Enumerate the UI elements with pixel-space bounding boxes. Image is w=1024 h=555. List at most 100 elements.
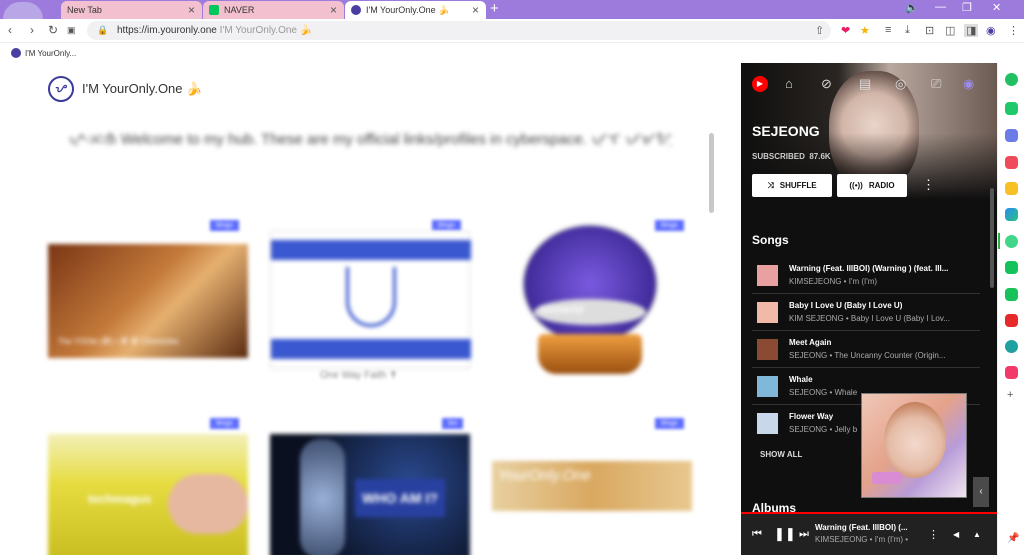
edge-icon[interactable] bbox=[1005, 208, 1018, 221]
close-icon[interactable]: × bbox=[188, 3, 195, 17]
card-one-way-faith[interactable] bbox=[270, 231, 471, 369]
star-icon[interactable]: ★ bbox=[860, 24, 870, 37]
tab-naver[interactable]: NAVER × bbox=[203, 1, 344, 19]
netflix-icon[interactable] bbox=[1005, 314, 1018, 327]
song-row[interactable]: Meet Again SEJEONG • The Uncanny Counter… bbox=[752, 331, 980, 368]
discord-icon[interactable] bbox=[1005, 129, 1018, 142]
download-icon[interactable]: ⤓ bbox=[905, 24, 910, 37]
menorah-icon bbox=[346, 267, 396, 327]
subscribe-status[interactable]: SUBSCRIBED 87.6K bbox=[752, 152, 831, 161]
music-icon[interactable] bbox=[1005, 366, 1018, 379]
close-icon[interactable]: × bbox=[330, 3, 337, 17]
collapse-left-icon[interactable]: ◀ bbox=[953, 530, 959, 539]
song-row[interactable]: Baby I Love U (Baby I Love U) KIM SEJEON… bbox=[752, 294, 980, 331]
pocket-icon[interactable] bbox=[1005, 156, 1018, 169]
radio-label: RADIO bbox=[868, 181, 895, 190]
youtube-music-icon[interactable]: ▶ bbox=[752, 76, 768, 92]
song-subtitle: SEJEONG • The Uncanny Counter (Origin... bbox=[789, 351, 946, 360]
split-view-icon[interactable]: ◫ bbox=[945, 24, 955, 37]
miniplayer-artwork[interactable] bbox=[861, 393, 967, 498]
back-icon[interactable]: ‹ bbox=[8, 23, 12, 37]
shuffle-label: SHUFFLE bbox=[779, 181, 817, 190]
play-circle-icon[interactable]: ◎ bbox=[895, 76, 906, 92]
messenger-icon[interactable] bbox=[1005, 340, 1018, 353]
add-sidebar-icon[interactable]: + bbox=[1007, 389, 1013, 401]
more-options-icon[interactable]: ⋮ bbox=[928, 528, 939, 541]
cast-icon[interactable]: ⎚ bbox=[931, 76, 941, 92]
now-playing-subtitle: KIMSEJEONG • I'm (I'm) • bbox=[815, 535, 909, 544]
tab-youronly[interactable]: I'M YourOnly.One 🍌 × bbox=[345, 1, 486, 19]
radio-button[interactable]: ((•)) RADIO bbox=[837, 174, 907, 197]
next-icon[interactable]: ⏭ bbox=[799, 528, 809, 541]
tab-label: I'M YourOnly.One 🍌 bbox=[366, 4, 450, 15]
close-icon[interactable]: × bbox=[472, 3, 479, 17]
library-icon[interactable]: ▤ bbox=[859, 76, 871, 92]
card-caption: Snowrld bbox=[540, 304, 584, 316]
profile-icon[interactable]: ◉ bbox=[963, 76, 974, 92]
shuffle-icon: ⤨ bbox=[767, 180, 774, 190]
sidebar-toggle-icon[interactable]: ◨ bbox=[964, 24, 979, 37]
menu-icon[interactable]: ⋮ bbox=[1008, 24, 1019, 37]
tab-label: NAVER bbox=[224, 5, 255, 15]
pin-icon[interactable]: 📌 bbox=[1007, 533, 1019, 544]
pause-icon[interactable]: ❚❚ bbox=[774, 526, 796, 542]
card-caption: WHO AM I? bbox=[355, 479, 445, 517]
song-row[interactable]: Warning (Feat. lIlBOI) (Warning ) (feat.… bbox=[752, 257, 980, 294]
bookmark-favicon-icon bbox=[11, 48, 21, 58]
flag-stripe bbox=[271, 339, 471, 359]
player-bar: ⏮ ❚❚ ⏭ Warning (Feat. lIlBOI) (... KIMSE… bbox=[741, 512, 997, 555]
screenshot-icon[interactable]: ⊡ bbox=[925, 24, 934, 37]
show-all-button[interactable]: SHOW ALL bbox=[760, 450, 802, 459]
card-badge: blogs bbox=[432, 220, 461, 231]
minimize-icon[interactable]: — bbox=[935, 1, 946, 13]
previous-icon[interactable]: ⏮ bbox=[752, 528, 762, 541]
youtube-music-sidebar-icon[interactable] bbox=[1005, 235, 1018, 248]
forward-icon[interactable]: › bbox=[30, 23, 34, 37]
card-yooki[interactable]: The YOOki (夢) • 夢 夢 Chronicles bbox=[48, 244, 248, 358]
playlist-icon[interactable]: ≡ bbox=[885, 24, 891, 36]
shuffle-button[interactable]: ⤨ SHUFFLE bbox=[752, 174, 832, 197]
song-thumbnail bbox=[757, 413, 778, 434]
keep-icon[interactable] bbox=[1005, 182, 1018, 195]
flag-stripe bbox=[271, 240, 471, 260]
active-indicator bbox=[998, 233, 1000, 249]
site-favicon-icon bbox=[351, 5, 361, 15]
toolbar: ‹ › ↻ ▣ 🔒 https://im.youronly.one I'M Yo… bbox=[0, 19, 1024, 43]
line-icon[interactable] bbox=[1005, 102, 1018, 115]
song-subtitle: KIMSEJEONG • I'm (I'm) bbox=[789, 277, 878, 286]
home-icon[interactable]: ⌂ bbox=[785, 76, 793, 91]
panel-scrollbar[interactable] bbox=[990, 188, 994, 288]
explore-icon[interactable]: ⊘ bbox=[821, 76, 832, 92]
tab-new-tab[interactable]: New Tab × bbox=[61, 1, 202, 19]
heart-icon[interactable]: ❤ bbox=[841, 24, 850, 37]
card-techmagus[interactable]: techmagus bbox=[48, 434, 248, 555]
page-scrollbar[interactable] bbox=[709, 133, 714, 213]
card-youronly-one[interactable]: YourOnly.One bbox=[492, 461, 692, 511]
panel-expand-button[interactable]: ‹ bbox=[973, 477, 989, 507]
expand-queue-icon[interactable]: ▲ bbox=[973, 530, 981, 539]
url-text: https://im.youronly.one bbox=[117, 25, 217, 36]
reload-icon[interactable]: ↻ bbox=[48, 23, 58, 37]
wechat-icon[interactable] bbox=[1005, 288, 1018, 301]
song-title: Warning (Feat. lIlBOI) (Warning ) (feat.… bbox=[789, 264, 949, 273]
bookmarks-bar: I'M YourOnly... bbox=[0, 43, 1024, 63]
chatgpt-icon[interactable] bbox=[1005, 73, 1018, 86]
reader-icon[interactable]: ▣ bbox=[67, 25, 76, 36]
account-icon[interactable]: ◉ bbox=[986, 24, 996, 37]
more-options-icon[interactable]: ⋮ bbox=[922, 177, 935, 193]
site-logo-icon: ᜌ bbox=[48, 76, 74, 102]
song-thumbnail bbox=[757, 376, 778, 397]
bookmark-item[interactable]: I'M YourOnly... bbox=[25, 49, 76, 58]
now-playing-title[interactable]: Warning (Feat. lIlBOI) (... bbox=[815, 523, 920, 532]
talk-icon[interactable] bbox=[1005, 261, 1018, 274]
window-close-icon[interactable]: ✕ bbox=[992, 1, 1001, 14]
audio-icon[interactable]: 🔈 bbox=[905, 1, 919, 14]
restore-icon[interactable]: ❐ bbox=[962, 1, 972, 14]
profile-avatar[interactable] bbox=[3, 2, 43, 19]
card-snowrld[interactable]: Snowrld bbox=[520, 224, 660, 379]
share-icon[interactable]: ⇧ bbox=[815, 24, 824, 37]
tab-label: New Tab bbox=[67, 5, 102, 15]
card-who-am-i[interactable]: WHO AM I? bbox=[270, 434, 470, 555]
address-bar[interactable]: 🔒 https://im.youronly.one I'M YourOnly.O… bbox=[87, 21, 831, 40]
new-tab-button[interactable]: + bbox=[490, 0, 499, 17]
